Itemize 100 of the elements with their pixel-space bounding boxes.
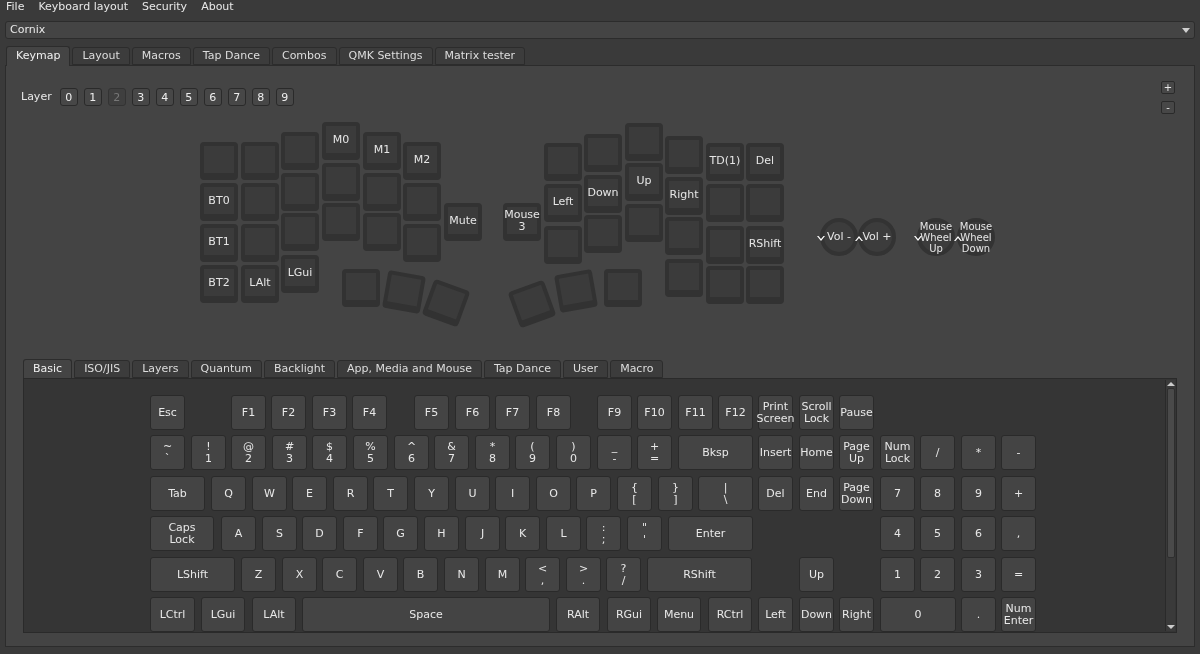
encoder-knob[interactable]: Mouse Wheel Down <box>957 218 995 256</box>
keycode-key[interactable]: LShift <box>150 557 235 592</box>
keycode-key[interactable]: . <box>961 597 996 632</box>
keycode-key[interactable]: C <box>322 557 357 592</box>
keycode-key[interactable]: V <box>363 557 398 592</box>
keycode-key[interactable]: > . <box>566 557 601 592</box>
keycode-key[interactable]: 5 <box>920 516 955 551</box>
keycap[interactable]: BT2 <box>200 265 238 303</box>
keycode-key[interactable]: T <box>373 476 408 511</box>
keycode-key[interactable]: _ - <box>597 435 632 470</box>
keycode-key[interactable]: Space <box>302 597 550 632</box>
keycode-key[interactable]: < , <box>525 557 560 592</box>
keycode-key[interactable]: 6 <box>961 516 996 551</box>
keycode-key[interactable]: N <box>444 557 479 592</box>
keycode-key[interactable]: RGui <box>607 597 651 632</box>
keycode-key[interactable]: Home <box>799 435 834 470</box>
keycode-key[interactable]: Esc <box>150 395 185 430</box>
keycode-key[interactable]: H <box>424 516 459 551</box>
keycode-key[interactable]: I <box>495 476 530 511</box>
layer-button[interactable]: 5 <box>179 88 198 106</box>
keycode-key[interactable]: = <box>1001 557 1036 592</box>
tab[interactable]: Macro <box>610 360 664 378</box>
keycode-key[interactable]: LCtrl <box>150 597 195 632</box>
menu-item[interactable]: File <box>6 0 25 16</box>
keycode-key[interactable]: RCtrl <box>708 597 752 632</box>
keycode-key[interactable]: J <box>465 516 500 551</box>
keycode-key[interactable]: Scroll Lock <box>799 395 834 430</box>
keycode-key[interactable]: A <box>221 516 256 551</box>
keycap[interactable]: BT0 <box>200 183 238 221</box>
keycode-key[interactable]: Caps Lock <box>150 516 214 551</box>
tab[interactable]: ISO/JIS <box>74 360 131 378</box>
tab[interactable]: Quantum <box>190 360 262 378</box>
keycode-key[interactable]: Num Lock <box>880 435 915 470</box>
keycap[interactable]: LGui <box>281 255 319 293</box>
keycode-key[interactable]: Z <box>241 557 276 592</box>
keycode-key[interactable]: F10 <box>637 395 672 430</box>
keycode-key[interactable]: F6 <box>455 395 490 430</box>
layer-button[interactable]: 3 <box>131 88 150 106</box>
keycode-key[interactable]: G <box>383 516 418 551</box>
keycode-key[interactable]: Bksp <box>678 435 753 470</box>
keycode-key[interactable]: ^ 6 <box>394 435 429 470</box>
layer-button[interactable]: 1 <box>83 88 102 106</box>
keycap[interactable]: Up <box>625 163 663 201</box>
keycode-key[interactable]: P <box>576 476 611 511</box>
keycode-key[interactable]: * <box>961 435 996 470</box>
keycode-key[interactable]: Enter <box>668 516 753 551</box>
tab[interactable]: Backlight <box>263 360 336 378</box>
keycode-key[interactable]: X <box>282 557 317 592</box>
tab[interactable]: Layout <box>72 47 130 65</box>
keycode-key[interactable]: Insert <box>758 435 793 470</box>
layer-button[interactable]: 7 <box>227 88 246 106</box>
keycode-key[interactable]: F11 <box>678 395 713 430</box>
keycode-key[interactable]: : ; <box>586 516 621 551</box>
keycode-key[interactable]: B <box>403 557 438 592</box>
keycode-key[interactable]: S <box>262 516 297 551</box>
keycap[interactable]: BT1 <box>200 224 238 262</box>
tab[interactable]: Tap Dance <box>192 47 270 65</box>
layer-button[interactable]: 4 <box>155 88 174 106</box>
keycode-key[interactable]: - <box>1001 435 1036 470</box>
keycode-key[interactable]: F12 <box>718 395 753 430</box>
keycode-key[interactable]: Page Up <box>839 435 874 470</box>
keycode-key[interactable]: 1 <box>880 557 915 592</box>
menu-item[interactable]: About <box>201 0 234 16</box>
keycode-key[interactable]: F7 <box>495 395 530 430</box>
remove-layer-button[interactable]: - <box>1161 101 1175 114</box>
keycode-key[interactable]: Up <box>799 557 834 592</box>
keycap[interactable]: RShift <box>746 226 784 264</box>
tab[interactable]: Tap Dance <box>483 360 562 378</box>
keycode-key[interactable]: L <box>546 516 581 551</box>
keycap[interactable]: LAlt <box>241 265 279 303</box>
tab[interactable]: Macros <box>131 47 191 65</box>
keycode-key[interactable]: / <box>920 435 955 470</box>
keycode-key[interactable]: 7 <box>880 476 915 511</box>
keycode-key[interactable]: ! 1 <box>191 435 226 470</box>
keycode-key[interactable]: + = <box>637 435 672 470</box>
keycode-key[interactable]: D <box>302 516 337 551</box>
keycap[interactable]: M2 <box>403 142 441 180</box>
keycode-key[interactable]: Down <box>799 597 834 632</box>
keycode-key[interactable]: F9 <box>597 395 632 430</box>
keycode-key[interactable]: ~ ` <box>150 435 185 470</box>
keycode-key[interactable]: Left <box>758 597 793 632</box>
keycode-key[interactable]: Print Screen <box>758 395 793 430</box>
keycode-key[interactable]: , <box>1001 516 1036 551</box>
keycode-key[interactable]: Right <box>839 597 874 632</box>
layer-button[interactable]: 0 <box>59 88 78 106</box>
keycode-key[interactable]: M <box>485 557 520 592</box>
keycode-key[interactable]: } ] <box>658 476 693 511</box>
keycode-key[interactable]: K <box>505 516 540 551</box>
keycode-key[interactable]: Menu <box>657 597 701 632</box>
keycode-key[interactable]: Pause <box>839 395 874 430</box>
keycode-key[interactable]: F1 <box>231 395 266 430</box>
keycode-key[interactable]: & 7 <box>434 435 469 470</box>
layer-button[interactable]: 8 <box>251 88 270 106</box>
add-layer-button[interactable]: + <box>1161 81 1175 94</box>
tab[interactable]: Layers <box>132 360 189 378</box>
tab[interactable]: Matrix tester <box>434 47 526 65</box>
keycode-key[interactable]: 8 <box>920 476 955 511</box>
keycode-key[interactable]: | \ <box>698 476 753 511</box>
keycode-key[interactable]: Y <box>414 476 449 511</box>
keycode-key[interactable]: R <box>333 476 368 511</box>
